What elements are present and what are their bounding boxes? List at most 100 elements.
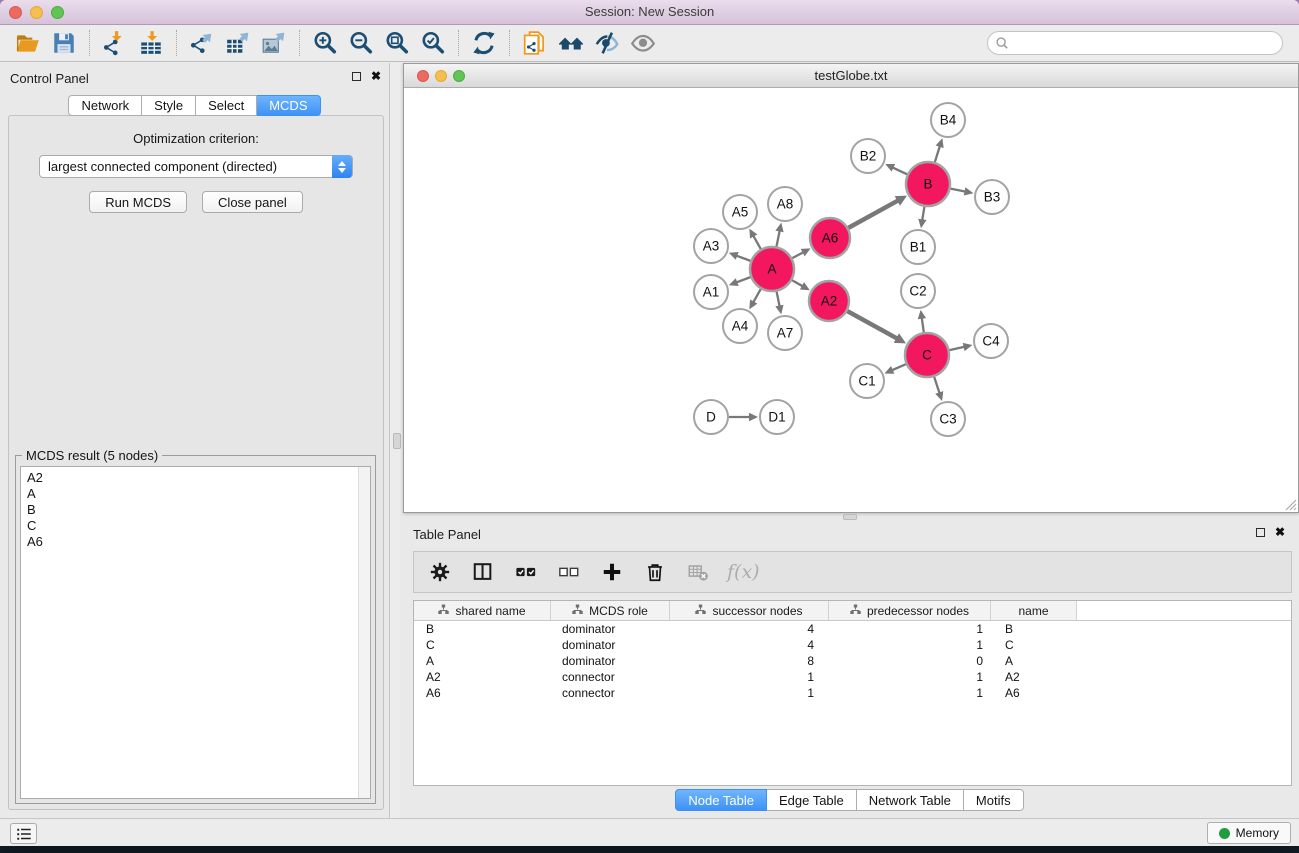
edge-A-A2[interactable] [792,280,803,286]
column-header-successor-nodes[interactable]: successor nodes [670,601,829,620]
table-cell[interactable]: dominator [551,637,670,653]
mcds-result-item[interactable]: A6 [27,534,364,550]
mcds-result-list[interactable]: A2ABCA6 [20,466,371,799]
tab-edge-table[interactable]: Edge Table [767,789,857,811]
apply-layout-button[interactable] [466,28,502,58]
tab-node-table[interactable]: Node Table [675,789,767,811]
edge-A-A4[interactable] [753,289,761,302]
edge-A-A5[interactable] [753,236,761,249]
run-mcds-button[interactable]: Run MCDS [89,191,187,213]
first-neighbors-button[interactable] [553,28,589,58]
resize-grip-icon[interactable] [1283,497,1297,511]
table-cell[interactable]: 1 [829,621,991,637]
edge-A2-C[interactable] [847,311,897,338]
tab-mcds[interactable]: MCDS [257,95,320,116]
edge-B-B4[interactable] [935,146,940,162]
function-builder-button[interactable]: f(x) [727,561,760,583]
import-table-button[interactable] [133,28,169,58]
edge-B-B1[interactable] [922,207,924,221]
minimize-network-button[interactable] [435,70,447,82]
table-cell[interactable]: A2 [414,669,551,685]
export-image-button[interactable] [256,28,292,58]
table-cell[interactable]: 1 [829,669,991,685]
table-cell[interactable]: A6 [991,685,1077,701]
table-cell[interactable]: A [991,653,1077,669]
tab-network[interactable]: Network [68,95,142,116]
edge-A-A6[interactable] [792,252,803,258]
column-header-name[interactable]: name [991,601,1077,620]
show-all-button[interactable] [625,28,661,58]
edge-C-C3[interactable] [934,377,939,393]
save-session-button[interactable] [46,28,82,58]
table-cell[interactable]: 8 [670,653,829,669]
optimization-criterion-select[interactable]: largest connected component (directed) [39,155,353,178]
edge-C-C1[interactable] [892,364,906,370]
table-cell[interactable]: 1 [829,637,991,653]
delete-columns-button[interactable] [641,557,669,587]
table-cell[interactable]: B [414,621,551,637]
export-network-button[interactable] [184,28,220,58]
mcds-result-item[interactable]: C [27,518,364,534]
import-network-button[interactable] [97,28,133,58]
mcds-result-item[interactable]: A [27,486,364,502]
column-header-shared-name[interactable]: shared name [414,601,551,620]
vertical-splitter-grip[interactable] [393,433,401,449]
node-table[interactable]: shared nameMCDS rolesuccessor nodesprede… [413,600,1292,786]
zoom-window-button[interactable] [51,6,64,19]
table-cell[interactable]: C [991,637,1077,653]
table-cell[interactable]: 1 [829,685,991,701]
table-row[interactable]: A6connector11A6 [414,685,1291,701]
network-canvas[interactable]: B4B2BB3A5A8A6A3AB1A1C2A4A7A2CC4C1C3DD1 [404,88,1298,512]
edge-C-C2[interactable] [922,318,924,332]
tab-select[interactable]: Select [196,95,257,116]
edge-A-A3[interactable] [736,256,750,261]
table-cell[interactable]: B [991,621,1077,637]
edge-A-A1[interactable] [736,277,750,282]
delete-table-button[interactable] [684,557,712,587]
zoom-selected-button[interactable] [415,28,451,58]
table-cell[interactable]: A6 [414,685,551,701]
table-row[interactable]: Cdominator41C [414,637,1291,653]
table-cell[interactable]: A [414,653,551,669]
zoom-out-button[interactable] [343,28,379,58]
mcds-result-item[interactable]: A2 [27,470,364,486]
scrollbar-track[interactable] [358,467,370,798]
table-cell[interactable]: connector [551,669,670,685]
zoom-fit-button[interactable] [379,28,415,58]
table-cell[interactable]: C [414,637,551,653]
search-input[interactable] [1013,36,1275,51]
edge-B-B2[interactable] [892,167,907,174]
column-header-MCDS-role[interactable]: MCDS role [551,601,670,620]
table-settings-button[interactable] [426,557,454,587]
mcds-result-item[interactable]: B [27,502,364,518]
table-cell[interactable]: dominator [551,621,670,637]
close-panel-button[interactable]: Close panel [202,191,303,213]
zoom-in-button[interactable] [307,28,343,58]
table-cell[interactable]: 1 [670,669,829,685]
export-table-button[interactable] [220,28,256,58]
close-panel-icon[interactable]: ✖ [1275,527,1285,537]
tab-network-table[interactable]: Network Table [857,789,964,811]
table-cell[interactable]: 4 [670,621,829,637]
edge-C-C4[interactable] [949,347,964,350]
edge-A-A8[interactable] [777,230,780,246]
tab-style[interactable]: Style [142,95,196,116]
table-cell[interactable]: dominator [551,653,670,669]
close-panel-icon[interactable]: ✖ [371,71,381,81]
table-cell[interactable]: A2 [991,669,1077,685]
table-row[interactable]: Bdominator41B [414,621,1291,637]
minimize-window-button[interactable] [30,6,43,19]
table-cell[interactable]: connector [551,685,670,701]
add-column-button[interactable] [598,557,626,587]
deselect-all-columns-button[interactable] [555,557,583,587]
zoom-network-button[interactable] [453,70,465,82]
hide-selected-button[interactable] [589,28,625,58]
table-row[interactable]: A2connector11A2 [414,669,1291,685]
close-window-button[interactable] [9,6,22,19]
edge-B-B3[interactable] [951,189,966,192]
select-all-columns-button[interactable] [512,557,540,587]
new-network-from-selection-button[interactable] [517,28,553,58]
table-cell[interactable]: 4 [670,637,829,653]
search-field[interactable] [987,31,1283,55]
close-network-button[interactable] [417,70,429,82]
